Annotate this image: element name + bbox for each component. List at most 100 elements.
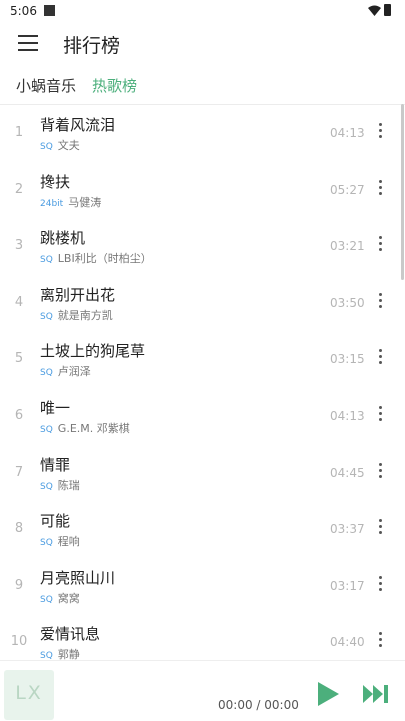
song-title: 背着风流泪	[40, 116, 116, 134]
quality-badge: 24bit	[40, 198, 64, 209]
more-vertical-icon[interactable]	[374, 121, 388, 141]
menu-icon[interactable]	[18, 35, 38, 51]
song-subtitle: SQ 程响	[40, 533, 80, 549]
song-index: 1	[14, 125, 24, 140]
song-duration: 04:13	[330, 409, 365, 423]
wifi-icon	[368, 5, 381, 16]
cover-logo-text: LX	[15, 682, 43, 704]
song-index: 6	[14, 408, 24, 423]
skip-next-icon[interactable]	[362, 683, 390, 705]
song-index: 10	[10, 634, 28, 650]
song-title: 可能	[40, 512, 71, 531]
song-duration: 03:15	[330, 352, 365, 367]
song-artist: 程响	[57, 535, 80, 549]
song-title: 唯一	[40, 399, 71, 417]
more-vertical-icon[interactable]	[374, 630, 388, 650]
song-index: 9	[14, 577, 24, 593]
quality-badge: SQ	[40, 368, 53, 379]
more-vertical-icon[interactable]	[374, 347, 388, 367]
song-subtitle: SQ 文夫	[40, 137, 80, 153]
play-icon[interactable]	[315, 681, 341, 707]
quality-badge: SQ	[40, 594, 53, 605]
more-vertical-icon[interactable]	[374, 178, 388, 198]
song-title: 离别开出花	[40, 285, 116, 304]
song-row[interactable]: 2 搀扶 24bit 马健涛 05:27	[0, 161, 405, 217]
song-row[interactable]: 8 可能 SQ 程响 03:37	[0, 500, 405, 556]
song-artist: 就是南方凯	[57, 308, 113, 322]
quality-badge: SQ	[40, 538, 53, 549]
song-index: 4	[14, 294, 24, 310]
more-vertical-icon[interactable]	[374, 461, 388, 481]
page-title: 排行榜	[63, 35, 121, 57]
song-title: 情罪	[40, 455, 71, 474]
status-bar: 5:06	[0, 0, 405, 22]
song-row[interactable]: 1 背着风流泪 SQ 文夫 04:13	[0, 104, 405, 160]
song-row[interactable]: 7 情罪 SQ 陈瑞 04:45	[0, 444, 405, 500]
album-cover[interactable]: LX	[4, 670, 54, 720]
tab-source[interactable]: 小蜗音乐	[16, 75, 76, 96]
more-vertical-icon[interactable]	[374, 291, 388, 311]
status-time: 5:06	[10, 4, 37, 18]
song-artist: 陈瑞	[57, 478, 80, 492]
app-bar: 排行榜	[0, 22, 405, 66]
tab-hot-songs[interactable]: 热歌榜	[92, 75, 137, 96]
quality-badge: SQ	[40, 481, 53, 492]
song-duration: 04:45	[330, 465, 365, 480]
song-index: 5	[14, 351, 24, 367]
quality-badge: SQ	[40, 142, 53, 152]
song-duration: 04:40	[330, 635, 365, 650]
playback-time: 00:00 / 00:00	[218, 698, 299, 712]
song-duration: 03:21	[330, 239, 365, 254]
song-artist: G.E.M. 邓紫棋	[57, 422, 130, 435]
notification-icon	[44, 5, 55, 16]
quality-badge: SQ	[40, 651, 53, 660]
song-duration: 03:50	[330, 295, 365, 310]
more-vertical-icon[interactable]	[374, 234, 388, 254]
song-subtitle: SQ 窝窝	[40, 590, 80, 606]
song-index: 3	[14, 238, 24, 254]
song-index: 8	[14, 521, 24, 537]
scrollbar-thumb[interactable]	[401, 104, 404, 280]
song-subtitle: SQ LBI利比（时柏尘）	[40, 250, 152, 266]
song-artist: LBI利比（时柏尘）	[57, 252, 152, 266]
song-duration: 03:37	[330, 522, 365, 537]
song-subtitle: SQ 就是南方凯	[40, 307, 113, 323]
song-artist: 窝窝	[57, 591, 80, 605]
song-title: 土坡上的狗尾草	[40, 342, 146, 361]
more-vertical-icon[interactable]	[374, 517, 388, 537]
scrollbar[interactable]	[401, 104, 404, 660]
song-list[interactable]: 1 背着风流泪 SQ 文夫 04:13 2 搀扶 24bit 马健涛 05:27 3 跳楼机 SQ LBI…	[0, 104, 405, 660]
song-title: 爱情讯息	[40, 625, 101, 644]
song-artist: 郭静	[57, 648, 80, 660]
quality-badge: SQ	[40, 425, 53, 435]
song-row[interactable]: 9 月亮照山川 SQ 窝窝 03:17	[0, 557, 405, 613]
song-row[interactable]: 6 唯一 SQ G.E.M. 邓紫棋 04:13	[0, 387, 405, 443]
song-subtitle: SQ G.E.M. 邓紫棋	[40, 420, 130, 436]
song-subtitle: SQ 陈瑞	[40, 477, 80, 493]
song-duration: 03:17	[330, 578, 365, 593]
song-subtitle: SQ 卢润泽	[40, 363, 91, 379]
more-vertical-icon[interactable]	[374, 404, 388, 424]
battery-icon	[384, 4, 391, 16]
song-artist: 马健涛	[68, 195, 102, 209]
song-index: 2	[14, 181, 24, 197]
song-title: 跳楼机	[40, 229, 86, 248]
song-row[interactable]: 3 跳楼机 SQ LBI利比（时柏尘） 03:21	[0, 217, 405, 273]
song-title: 搀扶	[40, 172, 71, 191]
more-vertical-icon[interactable]	[374, 574, 388, 594]
song-title: 月亮照山川	[40, 568, 116, 587]
song-artist: 卢润泽	[57, 365, 91, 379]
quality-badge: SQ	[40, 255, 53, 266]
quality-badge: SQ	[40, 311, 53, 322]
song-artist: 文夫	[57, 139, 80, 152]
song-row[interactable]: 4 离别开出花 SQ 就是南方凯 03:50	[0, 274, 405, 330]
song-index: 7	[14, 464, 24, 480]
player-bar: LX 00:00 / 00:00	[0, 660, 405, 721]
sub-tabs: 小蜗音乐 热歌榜	[0, 66, 405, 105]
song-subtitle: 24bit 马健涛	[40, 194, 101, 210]
song-row[interactable]: 5 土坡上的狗尾草 SQ 卢润泽 03:15	[0, 330, 405, 386]
song-duration: 04:13	[330, 126, 365, 140]
song-duration: 05:27	[330, 182, 365, 197]
song-row[interactable]: 10 爱情讯息 SQ 郭静 04:40	[0, 613, 405, 660]
song-subtitle: SQ 郭静	[40, 646, 80, 660]
